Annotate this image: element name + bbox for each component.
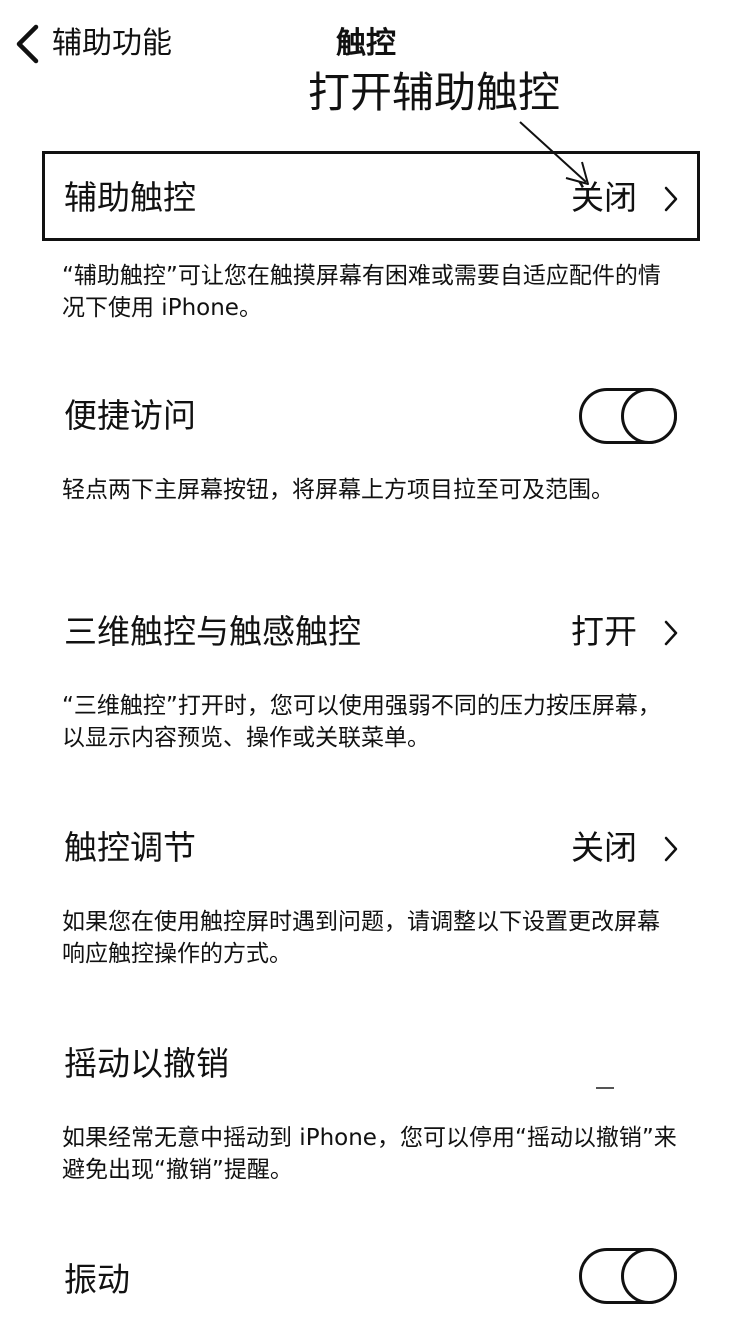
row-description: 如果经常无意中摇动到 iPhone，您可以停用“摇动以撤销”来避免出现“撤销”提…: [62, 1125, 677, 1183]
vibration-toggle[interactable]: [579, 1248, 677, 1304]
toggle-knob: [621, 388, 677, 444]
row-label: 触控调节: [64, 828, 196, 867]
row-description: 轻点两下主屏幕按钮，将屏幕上方项目拉至可及范围。: [62, 477, 614, 503]
row-label: 摇动以撤销: [64, 1044, 229, 1083]
row-touch-accommodations[interactable]: 触控调节 关闭: [0, 808, 741, 888]
row-shake-to-undo[interactable]: 摇动以撤销: [0, 1024, 741, 1104]
chevron-right-icon: [663, 185, 679, 217]
row-description: “三维触控”打开时，您可以使用强弱不同的压力按压屏幕，以显示内容预览、操作或关联…: [62, 693, 661, 751]
row-description: 如果您在使用触控屏时遇到问题，请调整以下设置更改屏幕响应触控操作的方式。: [62, 909, 660, 967]
row-label: 便捷访问: [64, 396, 196, 435]
row-assistive-touch[interactable]: 辅助触控 关闭: [0, 158, 741, 238]
chevron-right-icon: [663, 835, 679, 867]
row-value: 关闭: [571, 178, 637, 217]
row-value: 关闭: [571, 828, 637, 867]
row-3d-touch[interactable]: 三维触控与触感触控 打开: [0, 592, 741, 672]
chevron-right-icon: [663, 619, 679, 651]
row-label: 辅助触控: [64, 178, 196, 217]
row-label: 振动: [64, 1260, 130, 1299]
row-description: “辅助触控”可让您在触摸屏幕有困难或需要自适应配件的情况下使用 iPhone。: [62, 263, 661, 321]
row-label: 三维触控与触感触控: [64, 612, 361, 651]
scan-speck: [596, 1087, 614, 1089]
reachability-toggle[interactable]: [579, 388, 677, 444]
row-value: 打开: [571, 612, 637, 651]
toggle-knob: [621, 1248, 677, 1304]
